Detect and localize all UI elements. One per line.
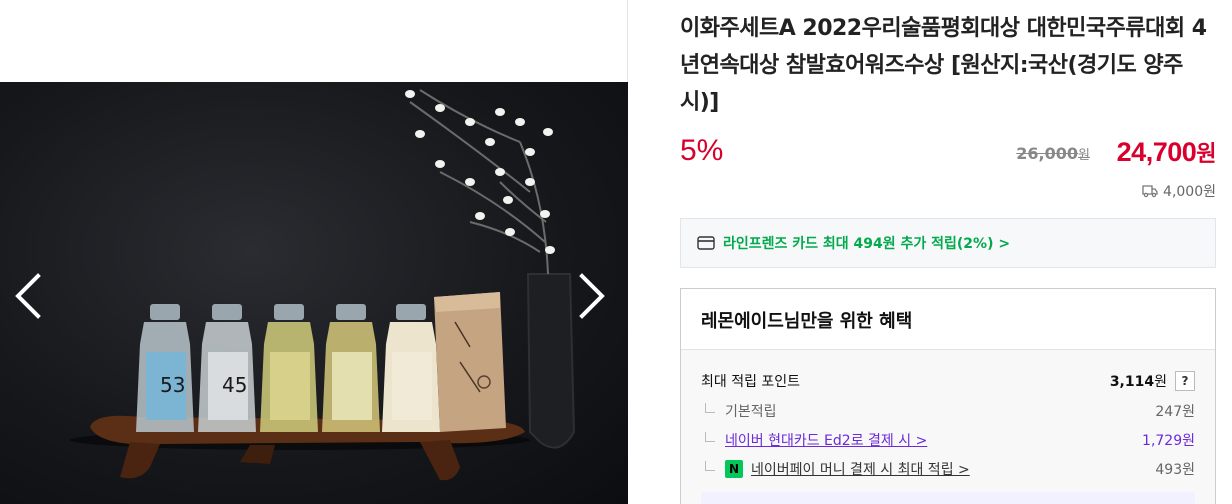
max-points-label: 최대 적립 포인트 (701, 374, 801, 390)
benefit-basic-value: 247원 (1155, 404, 1195, 420)
benefit-row-basic: 기본적립 247원 (701, 400, 1195, 422)
shipping-fee: 4,000원 (1142, 181, 1216, 201)
benefit-row-hyundai-card: 네이버 현대카드 Ed2로 결제 시 > 1,729원 (701, 429, 1195, 451)
product-gallery: 53 45 (0, 0, 628, 504)
benefits-header: 레몬에이드님만을 위한 혜택 (681, 289, 1215, 350)
hyundai-card-link[interactable]: 네이버 현대카드 Ed2로 결제 시 > (725, 430, 927, 450)
gallery-prev-button[interactable] (10, 272, 50, 320)
shipping-fee-value: 4,000원 (1163, 184, 1216, 200)
benefit-card-value: 1,729원 (1142, 433, 1195, 449)
benefits-footer-strip (701, 492, 1195, 504)
member-benefits-box: 레몬에이드님만을 위한 혜택 최대 적립 포인트 3,114원 ? 기본적립 2… (680, 288, 1216, 504)
benefit-npay-label: N 네이버페이 머니 결제 시 최대 적립 > (701, 459, 1155, 479)
card-benefit-banner[interactable]: 라인프렌즈 카드 최대 494원 추가 적립(2%) > (680, 218, 1216, 268)
original-price-value: 26,000 (1016, 144, 1079, 163)
bottle-label-1: 53 (160, 373, 185, 397)
max-points-value: 3,114원 (1110, 371, 1167, 391)
chevron-right-icon (579, 273, 605, 319)
sale-price: 24,700원 (1116, 136, 1217, 168)
sub-item-marker (705, 432, 715, 442)
truck-icon (1142, 185, 1158, 198)
product-title: 이화주세트A 2022우리술품평회대상 대한민국주류대회 4년연속대상 참발효어… (680, 16, 1207, 115)
npay-money-link[interactable]: 네이버페이 머니 결제 시 최대 적립 > (751, 459, 970, 479)
benefit-card-label: 네이버 현대카드 Ed2로 결제 시 > (701, 430, 1142, 450)
original-price-unit: 원 (1078, 148, 1090, 163)
max-points-number: 3,114 (1109, 374, 1155, 390)
original-price: 26,000원 (1016, 144, 1090, 163)
bottle-label-2: 45 (222, 373, 247, 397)
sub-item-marker (705, 461, 715, 471)
benefit-npay-value: 493원 (1155, 462, 1195, 478)
discount-rate: 5% (680, 134, 724, 167)
sale-price-value: 24,700 (1116, 137, 1197, 167)
points-help-button[interactable]: ? (1175, 371, 1195, 391)
benefits-body: 최대 적립 포인트 3,114원 ? 기본적립 247원 네이버 현대카드 Ed… (681, 350, 1215, 504)
max-points-row: 최대 적립 포인트 3,114원 ? (701, 370, 1195, 392)
benefit-basic-text: 기본적립 (725, 404, 777, 420)
card-benefit-text: 라인프렌즈 카드 최대 494원 추가 적립(2%) > (723, 236, 1011, 252)
benefit-basic-label: 기본적립 (701, 401, 1155, 421)
product-photo-illustration: 53 45 (70, 89, 576, 481)
gallery-next-button[interactable] (572, 272, 612, 320)
product-photo: 53 45 (0, 82, 628, 504)
naver-pay-icon: N (725, 460, 743, 478)
chevron-left-icon (15, 273, 41, 319)
credit-card-icon (697, 236, 715, 250)
benefit-row-npay: N 네이버페이 머니 결제 시 최대 적립 > 493원 (701, 458, 1195, 480)
sale-price-unit: 원 (1196, 141, 1216, 166)
max-points-unit: 원 (1154, 374, 1167, 390)
sub-item-marker (705, 403, 715, 413)
